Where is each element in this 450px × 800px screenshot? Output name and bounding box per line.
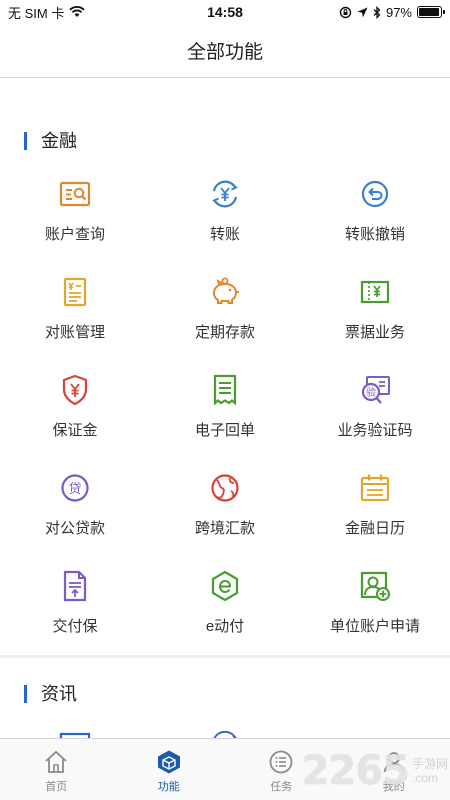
transfer-icon [208, 177, 242, 211]
page-title: 全部功能 [186, 42, 263, 63]
function-label: 转账 [209, 226, 240, 243]
function-transfer-revoke[interactable]: 转账撤销 [300, 163, 450, 261]
function-bill-business[interactable]: 票据业务 [300, 261, 450, 359]
document-icon [58, 569, 92, 603]
news-grid: €¥$ [0, 714, 450, 738]
section-title-finance: 金融 [41, 131, 77, 151]
function-deposit-margin[interactable]: 保证金 [0, 359, 150, 457]
task-list-icon [269, 750, 293, 774]
watermark-text-2: .com [411, 771, 438, 785]
function-label: 电子回单 [194, 422, 255, 439]
svg-text:贷: 贷 [68, 482, 81, 497]
function-label: 定期存款 [194, 324, 255, 341]
function-reconciliation[interactable]: 对账管理 [0, 261, 150, 359]
tab-home[interactable]: 首页 [0, 739, 113, 800]
function-account-apply[interactable]: 单位账户申请 [300, 555, 450, 653]
svg-text:验: 验 [366, 386, 376, 399]
tab-label: 功能 [157, 781, 180, 793]
function-cross-border[interactable]: 跨境汇款 [150, 457, 300, 555]
section-accent-bar [24, 685, 27, 703]
function-label: 交付保 [52, 618, 98, 635]
bill-icon [358, 275, 392, 309]
wifi-icon [69, 6, 85, 17]
account-apply-icon [358, 569, 392, 603]
function-label: 票据业务 [344, 324, 405, 341]
function-label: 对公贷款 [44, 520, 105, 537]
calendar-icon [358, 471, 392, 505]
battery-percent: 97% [385, 4, 412, 20]
reconciliation-icon [58, 275, 92, 309]
function-e-pay[interactable]: e动付 [150, 555, 300, 653]
news-item-exchange-rate[interactable]: €¥$ [150, 714, 300, 738]
function-delivery-guarantee[interactable]: 交付保 [0, 555, 150, 653]
section-accent-bar [24, 132, 27, 150]
news-item-empty [300, 714, 450, 738]
function-fixed-deposit[interactable]: 定期存款 [150, 261, 300, 359]
function-transfer[interactable]: 转账 [150, 163, 300, 261]
loan-icon: 贷 [58, 471, 92, 505]
battery-level [419, 8, 440, 16]
tab-bar: 首页 功能 任务 我的 2265 手游网 .com [0, 738, 450, 800]
news-item-chart[interactable] [0, 714, 150, 738]
status-bar: 无 SIM 卡 14:58 97% [0, 0, 450, 24]
battery-icon [417, 6, 445, 18]
function-label: e动付 [205, 618, 245, 635]
finance-grid: 账户查询 转账 转账撤销 对账管理 定期存款 票据业务 保证金 电子回单 验 业… [0, 163, 450, 653]
account-query-icon [58, 177, 92, 211]
exchange-rate-icon: €¥$ [208, 728, 242, 738]
location-icon [357, 7, 368, 17]
home-icon [45, 750, 67, 773]
verify-code-icon: 验 [358, 373, 392, 407]
function-label: 跨境汇款 [194, 520, 255, 537]
function-finance-calendar[interactable]: 金融日历 [300, 457, 450, 555]
bluetooth-icon [373, 5, 381, 19]
function-corporate-loan[interactable]: 贷 对公贷款 [0, 457, 150, 555]
status-right: 97% [339, 4, 445, 20]
function-list[interactable]: 金融 账户查询 转账 转账撤销 对账管理 定期存款 票据业务 保证金 电子回单 … [0, 79, 450, 738]
function-label: 账户查询 [44, 226, 105, 243]
tab-functions[interactable]: 功能 [113, 739, 226, 800]
transfer-revoke-icon [358, 177, 392, 211]
status-left: 无 SIM 卡 [8, 3, 85, 22]
function-label: 金融日历 [344, 520, 405, 537]
function-label: 单位账户申请 [329, 618, 420, 635]
section-title-news: 资讯 [41, 684, 77, 704]
globe-icon [208, 471, 242, 505]
function-label: 转账撤销 [344, 226, 405, 243]
watermark-text-1: 手游网 [411, 757, 448, 771]
function-label: 对账管理 [44, 324, 105, 341]
tab-label: 任务 [270, 781, 293, 793]
receipt-icon [208, 373, 242, 407]
section-header-news: 资讯 [0, 658, 450, 714]
cube-icon [157, 750, 180, 774]
tab-label: 首页 [45, 781, 68, 793]
watermark-text: 手游网 .com [412, 757, 448, 785]
function-label: 保证金 [52, 422, 98, 439]
chart-icon [58, 728, 92, 738]
function-e-receipt[interactable]: 电子回单 [150, 359, 300, 457]
shield-yen-icon [58, 373, 92, 407]
function-label: 业务验证码 [337, 422, 413, 439]
function-account-query[interactable]: 账户查询 [0, 163, 150, 261]
rotation-lock-icon [339, 6, 352, 18]
e-pay-icon [208, 569, 242, 603]
watermark-number: 2265 [301, 748, 410, 794]
nav-bar: 全部功能 [0, 24, 450, 78]
watermark-logo: 2265 手游网 .com [302, 748, 448, 794]
function-verify-code[interactable]: 验 业务验证码 [300, 359, 450, 457]
piggy-bank-icon [208, 275, 242, 309]
carrier-label: 无 SIM 卡 [8, 5, 65, 21]
section-header-finance: 金融 [0, 79, 450, 163]
